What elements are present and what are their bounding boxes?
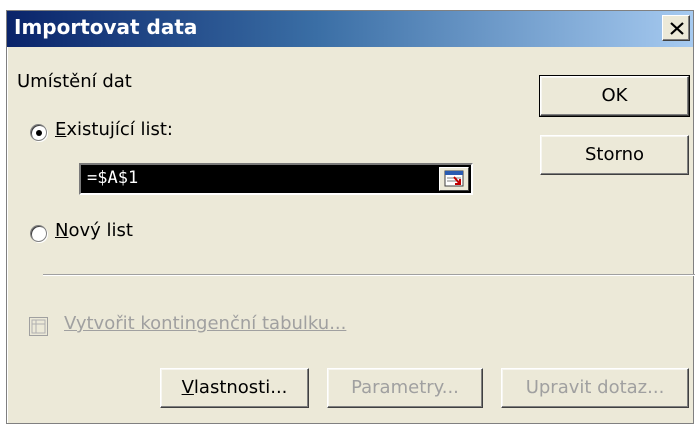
ok-button[interactable]: OK xyxy=(539,75,690,117)
existing-sheet-label[interactable]: Existující list: xyxy=(55,119,173,140)
title-bar: Importovat data xyxy=(7,11,693,47)
window-title: Importovat data xyxy=(14,15,198,39)
cell-reference-input[interactable]: =$A$1 xyxy=(79,163,473,195)
radio-selected-dot xyxy=(36,130,42,136)
collapse-dialog-button[interactable] xyxy=(439,167,469,191)
collapse-dialog-icon xyxy=(444,170,464,187)
close-button[interactable] xyxy=(662,15,690,41)
import-data-dialog: Importovat data Umístění dat Existující … xyxy=(6,10,695,424)
accelerator-key: V xyxy=(181,377,194,398)
pivot-table-label: Vytvořit kontingenční tabulku... xyxy=(64,313,347,334)
parameters-button[interactable]: Parametry... xyxy=(327,368,483,408)
location-group-label: Umístění dat xyxy=(17,71,132,92)
cancel-button[interactable]: Storno xyxy=(540,135,689,175)
pivot-table-checkbox[interactable] xyxy=(29,317,48,336)
properties-button[interactable]: Vlastnosti... xyxy=(160,368,309,408)
edit-query-button[interactable]: Upravit dotaz... xyxy=(501,368,689,408)
existing-sheet-label-text: xistující list: xyxy=(66,119,173,140)
separator xyxy=(43,274,695,276)
new-sheet-label[interactable]: Nový list xyxy=(55,220,133,241)
close-icon xyxy=(670,22,684,35)
pivot-table-icon xyxy=(31,319,46,334)
existing-sheet-radio[interactable] xyxy=(30,124,47,141)
accelerator-key: N xyxy=(55,220,69,241)
new-sheet-radio[interactable] xyxy=(30,225,47,242)
accelerator-key: E xyxy=(55,119,67,140)
properties-button-text: lastnosti... xyxy=(193,377,288,398)
cell-reference-value: =$A$1 xyxy=(87,168,139,188)
new-sheet-label-text: ový list xyxy=(68,220,133,241)
